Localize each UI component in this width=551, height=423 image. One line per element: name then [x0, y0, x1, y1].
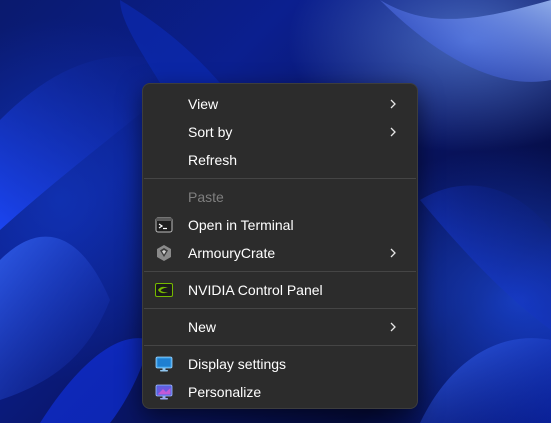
menu-item-new[interactable]: New	[147, 313, 413, 341]
menu-item-sort-by[interactable]: Sort by	[147, 118, 413, 146]
chevron-right-icon	[390, 127, 396, 137]
menu-item-open-in-terminal[interactable]: Open in Terminal	[147, 211, 413, 239]
menu-item-refresh[interactable]: Refresh	[147, 146, 413, 174]
display-settings-icon	[155, 356, 173, 372]
menu-item-label: ArmouryCrate	[188, 245, 276, 261]
armourycrate-icon	[157, 245, 171, 261]
nvidia-icon	[155, 283, 173, 297]
menu-separator	[144, 271, 416, 272]
chevron-right-icon	[390, 322, 396, 332]
menu-separator	[144, 345, 416, 346]
menu-item-label: Sort by	[188, 124, 233, 140]
menu-item-label: Personalize	[188, 384, 262, 400]
menu-item-view[interactable]: View	[147, 90, 413, 118]
menu-separator	[144, 308, 416, 309]
menu-item-label: View	[188, 96, 219, 112]
terminal-icon	[155, 217, 173, 233]
desktop-wallpaper[interactable]: View Sort by Refresh Paste Open in Termi…	[0, 0, 551, 423]
desktop-context-menu: View Sort by Refresh Paste Open in Termi…	[142, 83, 418, 409]
personalize-icon	[155, 384, 173, 400]
menu-item-label: Display settings	[188, 356, 287, 372]
menu-item-armourycrate[interactable]: ArmouryCrate	[147, 239, 413, 267]
menu-item-display-settings[interactable]: Display settings	[147, 350, 413, 378]
menu-separator	[144, 178, 416, 179]
menu-item-label: Open in Terminal	[188, 217, 294, 233]
chevron-right-icon	[390, 99, 396, 109]
menu-item-nvidia-control-panel[interactable]: NVIDIA Control Panel	[147, 276, 413, 304]
menu-item-label: NVIDIA Control Panel	[188, 282, 323, 298]
chevron-right-icon	[390, 248, 396, 258]
menu-item-label: Refresh	[188, 152, 238, 168]
menu-item-paste: Paste	[147, 183, 413, 211]
menu-item-label: Paste	[188, 189, 224, 205]
menu-item-personalize[interactable]: Personalize	[147, 378, 413, 406]
menu-item-label: New	[188, 319, 217, 335]
